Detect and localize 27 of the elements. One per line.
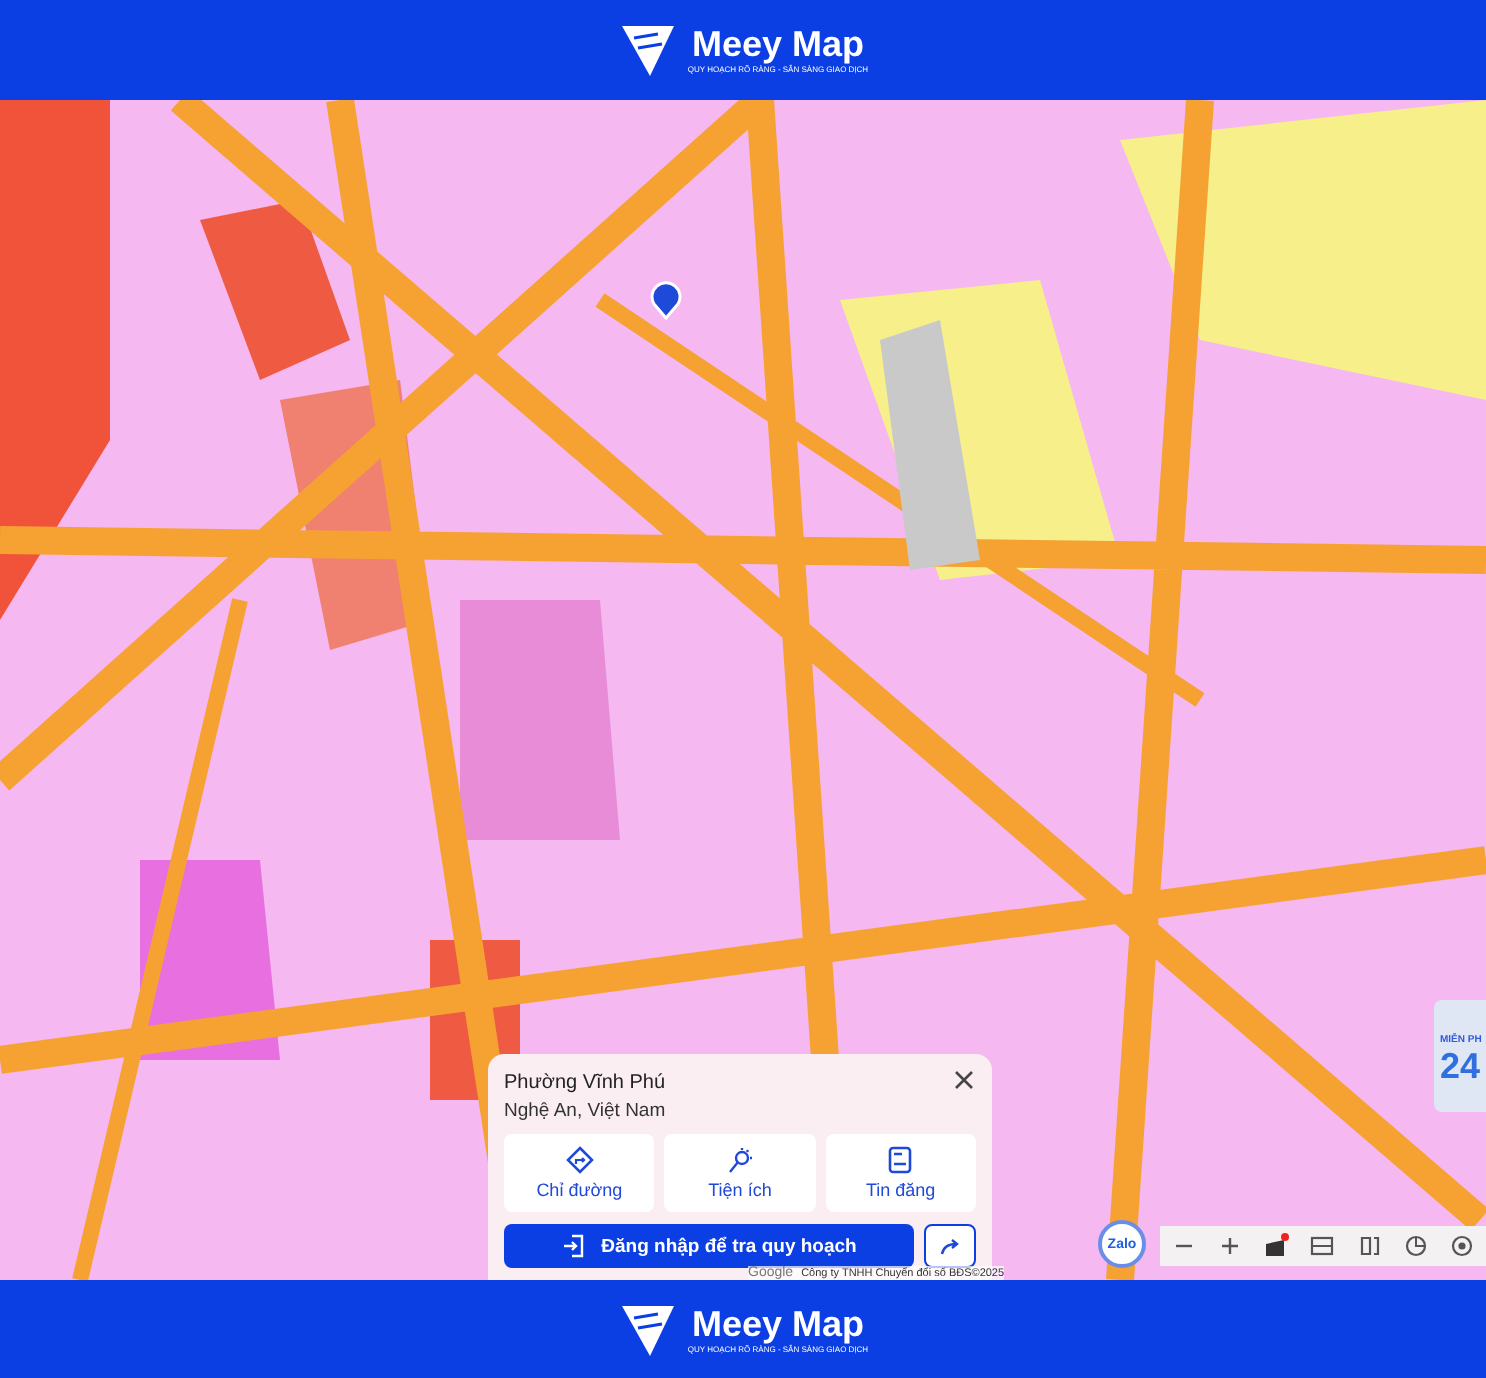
- document-icon: [888, 1146, 913, 1174]
- listings-button[interactable]: Tin đăng: [825, 1134, 976, 1212]
- logo-icon: [617, 20, 678, 80]
- layers-icon: [1262, 1232, 1291, 1260]
- close-button[interactable]: [952, 1068, 976, 1092]
- locate-icon: [1450, 1234, 1475, 1258]
- directions-button[interactable]: Chỉ đường: [504, 1134, 655, 1212]
- layers-button[interactable]: [1262, 1232, 1291, 1260]
- split-view-icon: [1357, 1234, 1382, 1258]
- close-icon: [952, 1068, 976, 1092]
- brand-name: Meey Map: [691, 1303, 864, 1343]
- ad-number: 24: [1440, 1046, 1481, 1086]
- plus-icon: [1219, 1236, 1240, 1256]
- login-button[interactable]: Đăng nhập để tra quy hoạch: [504, 1224, 914, 1268]
- pie-chart-button[interactable]: [1402, 1232, 1431, 1260]
- split-view-button[interactable]: [1355, 1232, 1384, 1260]
- place-title: Phường Vĩnh Phú: [504, 1072, 666, 1094]
- login-icon: [561, 1234, 586, 1258]
- brand-name: Meey Map: [691, 24, 864, 64]
- pie-chart-icon: [1404, 1234, 1429, 1258]
- location-pin-icon: [650, 280, 682, 320]
- directions-icon: [565, 1146, 594, 1174]
- amenities-button[interactable]: Tiện ích: [664, 1134, 816, 1212]
- place-subtitle: Nghệ An, Việt Nam: [504, 1100, 666, 1122]
- share-button[interactable]: [924, 1224, 976, 1268]
- share-icon: [938, 1234, 962, 1258]
- locate-button[interactable]: [1448, 1232, 1477, 1260]
